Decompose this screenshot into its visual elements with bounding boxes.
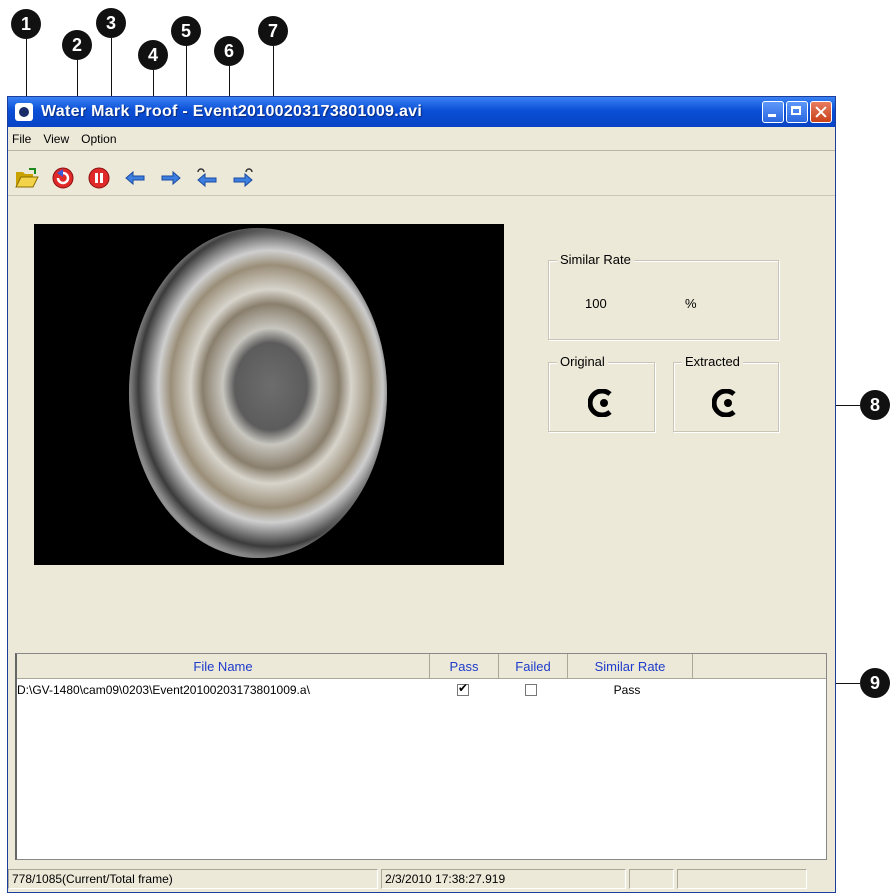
video-viewer[interactable]	[34, 224, 504, 565]
table-row[interactable]: D:\GV-1480\cam09\0203\Event2010020317380…	[17, 679, 826, 701]
callout-5: 5	[171, 16, 201, 46]
callout-1: 1	[11, 9, 41, 39]
callout-6: 6	[214, 36, 244, 66]
row-failed-cell	[497, 684, 565, 696]
extracted-label: Extracted	[682, 354, 743, 369]
similar-rate-value: 100	[585, 296, 607, 311]
status-bar: 778/1085(Current/Total frame) 2/3/2010 1…	[8, 866, 835, 892]
status-panel-3	[629, 869, 674, 889]
pause-icon[interactable]	[86, 165, 112, 191]
column-similar-rate[interactable]: Similar Rate	[568, 654, 693, 678]
similar-rate-group: Similar Rate 100 %	[548, 252, 779, 340]
pass-checkbox[interactable]	[457, 681, 469, 696]
result-list[interactable]: File Name Pass Failed Similar Rate D:\GV…	[15, 653, 827, 860]
maximize-button[interactable]	[786, 101, 808, 123]
status-panel-4	[677, 869, 807, 889]
similar-rate-label: Similar Rate	[557, 252, 634, 267]
prev-segment-icon[interactable]	[194, 165, 220, 191]
failed-checkbox[interactable]	[525, 684, 537, 696]
column-failed[interactable]: Failed	[499, 654, 568, 678]
toolbar	[8, 161, 835, 196]
list-header: File Name Pass Failed Similar Rate	[17, 654, 826, 679]
open-folder-icon[interactable]	[14, 165, 40, 191]
column-pass[interactable]: Pass	[430, 654, 499, 678]
prev-frame-icon[interactable]	[122, 165, 148, 191]
title-bar[interactable]: Water Mark Proof - Event2010020317380100…	[8, 97, 835, 127]
column-file-name[interactable]: File Name	[17, 654, 430, 678]
rewind-icon[interactable]	[50, 165, 76, 191]
menu-view[interactable]: View	[39, 132, 77, 146]
original-group: Original	[548, 354, 655, 432]
extracted-group: Extracted	[673, 354, 779, 432]
status-frames: 778/1085(Current/Total frame)	[8, 869, 378, 889]
callout-2: 2	[62, 30, 92, 60]
row-file-name: D:\GV-1480\cam09\0203\Event2010020317380…	[17, 683, 310, 697]
window-title: Water Mark Proof - Event2010020317380100…	[41, 103, 423, 120]
similar-rate-unit: %	[685, 296, 697, 311]
close-button[interactable]	[810, 101, 832, 123]
callout-7: 7	[258, 16, 288, 46]
status-timestamp: 2/3/2010 17:38:27.919	[381, 869, 626, 889]
original-label: Original	[557, 354, 608, 369]
extracted-watermark-logo	[712, 389, 736, 417]
menu-file[interactable]: File	[8, 132, 39, 146]
callout-8: 8	[860, 390, 890, 420]
next-segment-icon[interactable]	[230, 165, 256, 191]
callout-4: 4	[138, 40, 168, 70]
window-controls	[762, 101, 832, 123]
callout-3: 3	[96, 8, 126, 38]
menu-bar: File View Option	[8, 128, 835, 151]
fisheye-video-frame	[129, 228, 387, 558]
original-watermark-logo	[587, 389, 612, 417]
row-similar-rate: Pass	[613, 683, 641, 697]
app-window: Water Mark Proof - Event2010020317380100…	[7, 96, 836, 893]
app-icon	[15, 103, 33, 121]
menu-option[interactable]: Option	[77, 132, 124, 146]
minimize-button[interactable]	[762, 101, 784, 123]
callout-9: 9	[860, 668, 890, 698]
row-pass-cell	[429, 681, 497, 696]
next-frame-icon[interactable]	[158, 165, 184, 191]
